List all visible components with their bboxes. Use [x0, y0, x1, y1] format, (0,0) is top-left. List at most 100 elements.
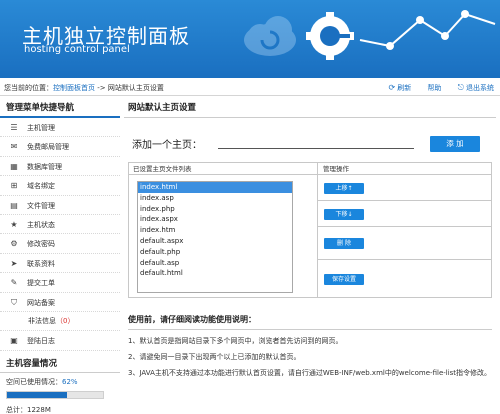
main-panel: 网站默认主页设置 添加一个主页： 添 加 已设置主页文件列表 管理操作 inde… — [124, 98, 496, 414]
op-cell-down: 下移↓ — [318, 201, 492, 227]
sidebar-item-contact[interactable]: ➤ 联系资料 — [0, 254, 120, 274]
edit-icon: ✎ — [10, 278, 18, 288]
usage-title: 使用前，请仔细阅读功能使用说明： — [128, 314, 492, 330]
sidebar-title: 管理菜单快捷导航 — [0, 98, 120, 118]
homepage-table: 已设置主页文件列表 管理操作 index.html index.asp index.… — [128, 162, 492, 298]
sidebar-item-files[interactable]: ▤ 文件管理 — [0, 196, 120, 215]
sidebar-item-mail[interactable]: ✉ 免费邮局管理 — [0, 137, 120, 157]
location-bar: 您当前的位置：控制面板首页 -> 网站默认主页设置 ⟳ 刷新 帮助 ⎋ 退出系统 — [0, 80, 500, 96]
list-item[interactable]: index.htm — [138, 225, 292, 236]
capacity-title: 主机容量情况 — [0, 355, 120, 373]
database-icon: ☰ — [10, 123, 18, 132]
list-item[interactable]: default.aspx — [138, 236, 292, 247]
trend-point — [461, 10, 469, 18]
page-title: 网站默认主页设置 — [124, 98, 496, 118]
grid-icon: ▦ — [10, 161, 18, 171]
calendar-icon: ▣ — [10, 336, 18, 346]
sidebar-item-label: 联系资料 — [27, 259, 55, 268]
sidebar-item-password[interactable]: ⚙ 修改密码 — [0, 234, 120, 254]
logout-button[interactable]: ⎋ 退出系统 — [457, 83, 494, 92]
move-up-button[interactable]: 上移↑ — [324, 183, 364, 194]
banner-decoration — [244, 10, 496, 60]
add-homepage-input[interactable] — [218, 148, 414, 149]
sidebar-item-illegal-info[interactable]: 非法信息（0） — [0, 312, 120, 332]
sidebar-item-label: 文件管理 — [27, 201, 55, 210]
trend-point — [416, 16, 424, 24]
sidebar-item-label: 非法信息 — [28, 316, 56, 325]
sidebar-item-label: 免费邮局管理 — [27, 143, 69, 152]
breadcrumb: 您当前的位置：控制面板首页 -> 网站默认主页设置 — [4, 83, 164, 93]
sidebar-item-label: 网站备案 — [27, 298, 55, 307]
breadcrumb-home-link[interactable]: 控制面板首页 — [53, 84, 95, 92]
homepage-file-listbox[interactable]: index.html index.asp index.php index.aspx in… — [137, 181, 293, 293]
sidebar-item-label: 数据库管理 — [27, 162, 62, 171]
sidebar-item-icp[interactable]: ⛉ 网站备案 — [0, 293, 120, 312]
file-icon: ▤ — [10, 200, 18, 210]
refresh-label: 刷新 — [397, 84, 412, 92]
trend-point — [386, 42, 394, 50]
sidebar-item-domain[interactable]: ⊞ 域名绑定 — [0, 176, 120, 196]
sidebar-item-login-log[interactable]: ▣ 登陆日志 — [0, 331, 120, 351]
trend-point — [441, 32, 449, 40]
add-button[interactable]: 添 加 — [430, 136, 480, 152]
list-item[interactable]: index.aspx — [138, 214, 292, 225]
column-header-operations: 管理操作 — [323, 165, 349, 173]
sidebar-item-ticket[interactable]: ✎ 提交工单 — [0, 273, 120, 293]
list-item[interactable]: default.php — [138, 247, 292, 258]
send-icon: ➤ — [10, 258, 18, 268]
op-cell-up: 上移↑ — [318, 176, 492, 201]
save-settings-button[interactable]: 保存设置 — [324, 274, 364, 285]
op-cell-delete: 删 除 — [318, 227, 492, 260]
usage-item: 1、默认首页是指网站目录下多个网页中，浏览者首先访问到的网页。 — [128, 337, 343, 345]
sidebar-item-host-management[interactable]: ☰ 主机管理 — [0, 118, 120, 138]
gear-icon: ⚙ — [10, 239, 18, 249]
sidebar-item-label: 提交工单 — [27, 279, 55, 288]
usage-instructions: 使用前，请仔细阅读功能使用说明： 1、默认首页是指网站目录下多个网页中，浏览者首… — [128, 314, 492, 378]
banner-subtitle: hosting control panel — [24, 44, 130, 55]
breadcrumb-current: 网站默认主页设置 — [107, 84, 164, 92]
capacity-used-label: 空间已使用情况： — [6, 377, 62, 386]
capacity-usage-text: 空间已使用情况：62% — [0, 377, 120, 387]
capacity-used-percent: 62% — [62, 377, 78, 386]
trend-line-icon — [359, 12, 496, 48]
list-item[interactable]: default.html — [138, 268, 292, 279]
move-down-button[interactable]: 下移↓ — [324, 209, 364, 220]
list-item[interactable]: default.asp — [138, 258, 292, 269]
sidebar-item-label: 主机状态 — [27, 220, 55, 229]
shield-icon: ⛉ — [11, 297, 17, 307]
sidebar-item-database[interactable]: ▦ 数据库管理 — [0, 157, 120, 177]
breadcrumb-prefix: 您当前的位置： — [4, 84, 53, 92]
list-item[interactable]: index.asp — [138, 193, 292, 204]
refresh-button[interactable]: ⟳ 刷新 — [388, 83, 412, 92]
sidebar-item-status[interactable]: ★ 主机状态 — [0, 215, 120, 235]
delete-button[interactable]: 删 除 — [324, 238, 364, 249]
sidebar-item-label: 登陆日志 — [27, 337, 55, 346]
logout-icon: ⎋ — [457, 83, 464, 92]
capacity-total: 总计：1228M — [6, 405, 51, 414]
gear-icon — [306, 12, 354, 60]
refresh-icon: ⟳ — [388, 83, 396, 92]
sidebar-item-label: 主机管理 — [27, 124, 55, 132]
mail-icon: ✉ — [10, 142, 18, 152]
header-banner: 主机独立控制面板 hosting control panel — [0, 0, 500, 78]
sidebar: 管理菜单快捷导航 ☰ 主机管理 ✉ 免费邮局管理 ▦ 数据库管理 ⊞ 域名绑定 ▤ 文件管… — [0, 98, 120, 414]
sidebar-item-label: 域名绑定 — [27, 182, 55, 191]
sidebar-item-label: 修改密码 — [27, 240, 55, 249]
help-button[interactable]: 帮助 — [427, 84, 441, 92]
list-item[interactable]: index.html — [138, 182, 292, 193]
breadcrumb-separator: -> — [95, 84, 108, 92]
illegal-count-badge: （0） — [56, 316, 75, 325]
plus-square-icon: ⊞ — [10, 181, 18, 191]
add-homepage-label: 添加一个主页： — [132, 140, 202, 151]
cloud-refresh-icon — [244, 16, 296, 56]
capacity-progress-fill — [7, 391, 67, 398]
list-item[interactable]: index.php — [138, 204, 292, 215]
usage-item: 2、请避免同一目录下出现两个以上已添加的默认首页。 — [128, 353, 301, 361]
capacity-progress-bar — [6, 390, 104, 399]
column-header-files: 已设置主页文件列表 — [133, 165, 192, 173]
top-actions: ⟳ 刷新 帮助 ⎋ 退出系统 — [375, 83, 495, 93]
logout-label: 退出系统 — [466, 84, 494, 92]
add-homepage-row: 添加一个主页： 添 加 — [132, 136, 488, 152]
usage-item: 3、JAVA主机不支持通过本功能进行默认首页设置，请自行通过WEB-INF/we… — [128, 369, 492, 377]
op-cell-save: 保存设置 — [318, 260, 492, 297]
